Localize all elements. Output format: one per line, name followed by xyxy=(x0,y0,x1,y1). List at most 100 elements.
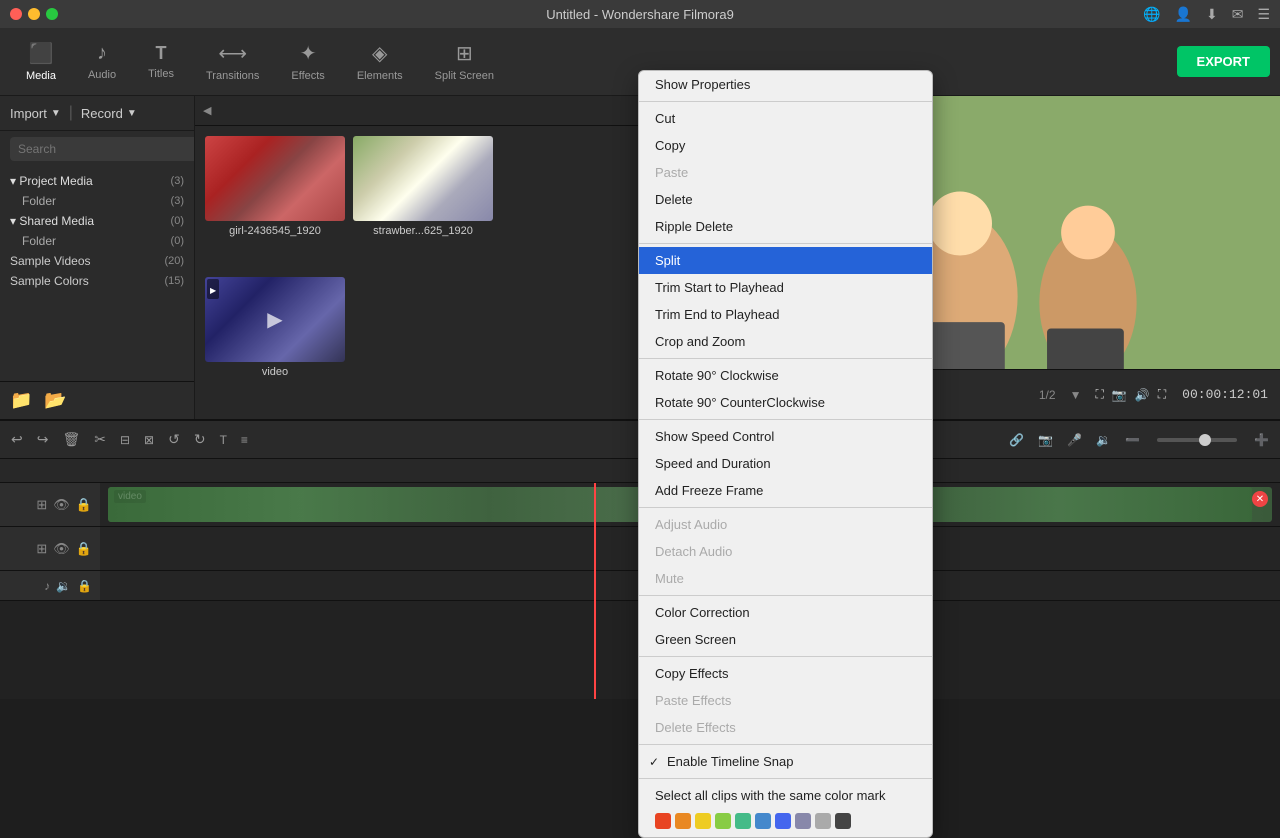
split-button[interactable]: ⊟ xyxy=(117,430,133,450)
color-mark-dark[interactable] xyxy=(835,813,851,829)
track2-grid-icon[interactable]: ⊞ xyxy=(36,541,47,557)
cut-button[interactable]: ✂ xyxy=(91,428,109,451)
menu-copy[interactable]: Copy xyxy=(639,132,932,159)
tab-transitions[interactable]: ⟷ Transitions xyxy=(190,33,275,90)
menu-detach-audio: Detach Audio xyxy=(639,538,932,565)
menu-same-color[interactable]: Select all clips with the same color mar… xyxy=(639,782,932,809)
track-grid-icon[interactable]: ⊞ xyxy=(36,497,47,513)
tab-elements[interactable]: ◈ Elements xyxy=(341,33,419,90)
tab-audio[interactable]: ♪ Audio xyxy=(72,34,132,89)
zoom-slider[interactable] xyxy=(1157,438,1237,442)
color-mark-yellow[interactable] xyxy=(695,813,711,829)
new-folder-icon[interactable]: 📁 xyxy=(10,390,32,411)
fit-screen-button[interactable]: ⛶ xyxy=(1095,387,1103,402)
menu-sep-1 xyxy=(639,101,932,102)
track-eye-icon[interactable]: 👁 xyxy=(53,497,70,513)
menu-rotate-ccw[interactable]: Rotate 90° CounterClockwise xyxy=(639,389,932,416)
zoom-level: 1/2 xyxy=(1039,388,1056,402)
color-mark-green[interactable] xyxy=(715,813,731,829)
chevron-icon: ▾ xyxy=(10,174,19,188)
tab-effects[interactable]: ✦ Effects xyxy=(275,33,340,90)
audio-eq-button[interactable]: ≡ xyxy=(238,430,251,450)
export-button[interactable]: EXPORT xyxy=(1177,46,1270,77)
zoom-in-button[interactable]: ➕ xyxy=(1251,430,1272,450)
delete-button[interactable]: 🗑 xyxy=(59,428,83,451)
zoom-dropdown-icon[interactable]: ▼ xyxy=(1070,388,1082,402)
tab-media-label: Media xyxy=(26,70,56,82)
sample-videos-item[interactable]: Sample Videos (20) xyxy=(0,251,194,271)
undo-button[interactable]: ↩ xyxy=(8,428,26,451)
track3-lock-icon[interactable]: 🔒 xyxy=(77,579,92,593)
undo2-button[interactable]: ↺ xyxy=(165,428,183,451)
menu-mute: Mute xyxy=(639,565,932,592)
menu-color-correction[interactable]: Color Correction xyxy=(639,599,932,626)
redo2-button[interactable]: ↻ xyxy=(191,428,209,451)
title-button[interactable]: T xyxy=(217,430,230,450)
download-icon[interactable]: ⬇ xyxy=(1206,6,1218,23)
clip-delete-icon[interactable]: ✕ xyxy=(1252,491,1268,507)
snapshot-button[interactable]: 📷 xyxy=(1112,388,1127,402)
magnet-button[interactable]: 🔗 xyxy=(1006,430,1027,450)
menu-split[interactable]: Split xyxy=(639,247,932,274)
color-mark-blue[interactable] xyxy=(755,813,771,829)
user-icon[interactable]: 👤 xyxy=(1175,6,1192,23)
color-mark-teal[interactable] xyxy=(735,813,751,829)
menu-rotate-cw[interactable]: Rotate 90° Clockwise xyxy=(639,362,932,389)
effects-icon: ✦ xyxy=(300,41,317,66)
redo-button[interactable]: ↪ xyxy=(34,428,52,451)
menu-speed-duration[interactable]: Speed and Duration xyxy=(639,450,932,477)
menu-trim-end[interactable]: Trim End to Playhead xyxy=(639,301,932,328)
menu-copy-effects[interactable]: Copy Effects xyxy=(639,660,932,687)
color-mark-indigo[interactable] xyxy=(775,813,791,829)
media-tree: ▾ Project Media (3) Folder (3) ▾ Shared … xyxy=(0,167,194,381)
menu-icon[interactable]: ☰ xyxy=(1257,6,1270,23)
thumbnail-girl[interactable]: girl-2436545_1920 xyxy=(205,136,345,269)
menu-delete[interactable]: Delete xyxy=(639,186,932,213)
track-lock-icon[interactable]: 🔒 xyxy=(76,497,92,513)
volume-button[interactable]: 🔊 xyxy=(1135,388,1150,402)
maximize-button[interactable] xyxy=(46,8,58,20)
thumbnail-flower[interactable]: strawber...625_1920 xyxy=(353,136,493,269)
menu-trim-start[interactable]: Trim Start to Playhead xyxy=(639,274,932,301)
menu-show-speed[interactable]: Show Speed Control xyxy=(639,423,932,450)
color-mark-red[interactable] xyxy=(655,813,671,829)
voiceover-button[interactable]: 🔉 xyxy=(1093,430,1114,450)
mail-icon[interactable]: ✉ xyxy=(1232,6,1244,23)
color-mark-purple[interactable] xyxy=(795,813,811,829)
project-folder-item[interactable]: Folder (3) xyxy=(0,191,194,211)
track3-vol-icon[interactable]: 🔉 xyxy=(56,579,71,593)
crop-button[interactable]: ⊠ xyxy=(141,430,157,450)
import-button[interactable]: Import ▼ xyxy=(10,106,61,121)
color-mark-gray[interactable] xyxy=(815,813,831,829)
menu-green-screen[interactable]: Green Screen xyxy=(639,626,932,653)
zoom-out-button[interactable]: ➖ xyxy=(1122,430,1143,450)
color-marks xyxy=(639,809,932,837)
tab-media[interactable]: ⬛ Media xyxy=(10,33,72,90)
menu-crop-zoom[interactable]: Crop and Zoom xyxy=(639,328,932,355)
globe-icon[interactable]: 🌐 xyxy=(1143,6,1160,23)
shared-media-item[interactable]: ▾ Shared Media (0) xyxy=(0,211,194,231)
menu-freeze-frame[interactable]: Add Freeze Frame xyxy=(639,477,932,504)
record-button[interactable]: Record ▼ xyxy=(81,106,137,121)
search-input[interactable] xyxy=(10,137,195,161)
menu-ripple-delete[interactable]: Ripple Delete xyxy=(639,213,932,240)
track3-music-icon[interactable]: ♪ xyxy=(44,579,50,593)
track2-eye-icon[interactable]: 👁 xyxy=(53,541,70,557)
menu-enable-snap[interactable]: ✓ Enable Timeline Snap xyxy=(639,748,932,775)
tab-titles[interactable]: T Titles xyxy=(132,35,190,88)
fullscreen-button[interactable]: ⛶ xyxy=(1158,387,1166,402)
camera-button[interactable]: 📷 xyxy=(1035,430,1056,450)
track2-lock-icon[interactable]: 🔒 xyxy=(76,541,92,557)
tab-split-screen[interactable]: ⊞ Split Screen xyxy=(419,33,510,90)
minimize-button[interactable] xyxy=(28,8,40,20)
project-media-item[interactable]: ▾ Project Media (3) xyxy=(0,171,194,191)
menu-cut[interactable]: Cut xyxy=(639,105,932,132)
mic-button[interactable]: 🎤 xyxy=(1064,430,1085,450)
sample-colors-item[interactable]: Sample Colors (15) xyxy=(0,271,194,291)
thumbnail-video[interactable]: ▶ ▶ video xyxy=(205,277,345,410)
add-folder-icon[interactable]: 📂 xyxy=(44,390,66,411)
color-mark-orange[interactable] xyxy=(675,813,691,829)
shared-folder-item[interactable]: Folder (0) xyxy=(0,231,194,251)
menu-show-properties[interactable]: Show Properties xyxy=(639,71,932,98)
close-button[interactable] xyxy=(10,8,22,20)
